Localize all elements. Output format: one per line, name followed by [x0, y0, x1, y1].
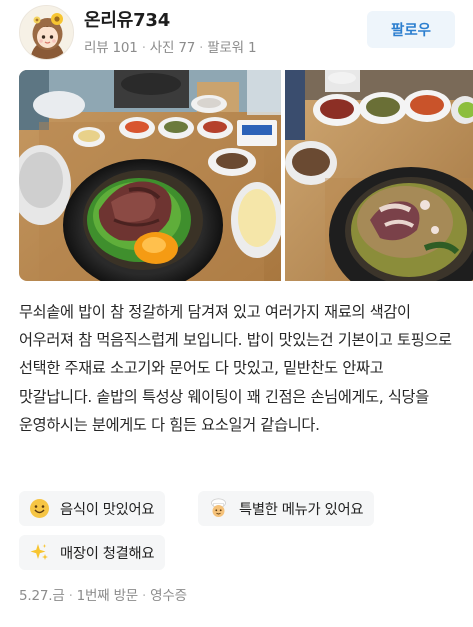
keyword-tag-tasty-food[interactable]: 음식이 맛있어요 — [19, 491, 166, 526]
chef-emoji-icon — [211, 498, 226, 517]
separator-dot: · — [142, 588, 147, 604]
keyword-tag-special-menu[interactable]: 특별한 메뉴가 있어요 — [198, 491, 375, 526]
visit-meta: 5.27.금 · 1번째 방문 · 영수증 — [19, 584, 187, 604]
sparkles-icon — [30, 544, 48, 560]
avatar-illustration-icon — [20, 6, 73, 59]
review-count: 리뷰 101 — [84, 40, 138, 56]
review-photo-2[interactable] — [285, 70, 473, 281]
separator-dot: · — [199, 40, 204, 56]
follow-button[interactable]: 팔로우 — [367, 11, 455, 48]
keyword-tag-label: 특별한 메뉴가 있어요 — [239, 502, 364, 518]
reviewer-name[interactable]: 온리유734 — [84, 6, 170, 32]
visit-date: 5.27.금 — [19, 588, 65, 604]
avatar[interactable] — [19, 5, 74, 60]
keyword-tag-clean-store[interactable]: 매장이 청결해요 — [19, 535, 166, 570]
verification-method: 영수증 — [150, 588, 187, 604]
follower-count: 팔로워 1 — [207, 40, 257, 56]
photo-carousel[interactable] — [19, 70, 473, 281]
food-photo-octopus-bibimbap — [285, 70, 473, 281]
review-photo-1[interactable] — [19, 70, 281, 281]
keyword-tag-label: 음식이 맛있어요 — [60, 502, 155, 518]
smile-emoji-icon — [30, 499, 49, 518]
reviewer-stats: 리뷰 101 · 사진 77 · 팔로워 1 — [84, 36, 257, 56]
review-text[interactable]: 무쇠솥에 밥이 참 정갈하게 담겨져 있고 여러가지 재료의 색감이 어우러져 … — [19, 298, 459, 439]
keyword-tag-label: 매장이 청결해요 — [60, 546, 155, 562]
photo-count: 사진 77 — [149, 40, 196, 56]
separator-dot: · — [68, 588, 73, 604]
visit-count: 1번째 방문 — [76, 588, 139, 604]
food-photo-stone-pot-bibimbap — [19, 70, 281, 281]
separator-dot: · — [141, 40, 146, 56]
reviewer-header: 온리유734 리뷰 101 · 사진 77 · 팔로워 1 팔로우 — [0, 0, 473, 60]
